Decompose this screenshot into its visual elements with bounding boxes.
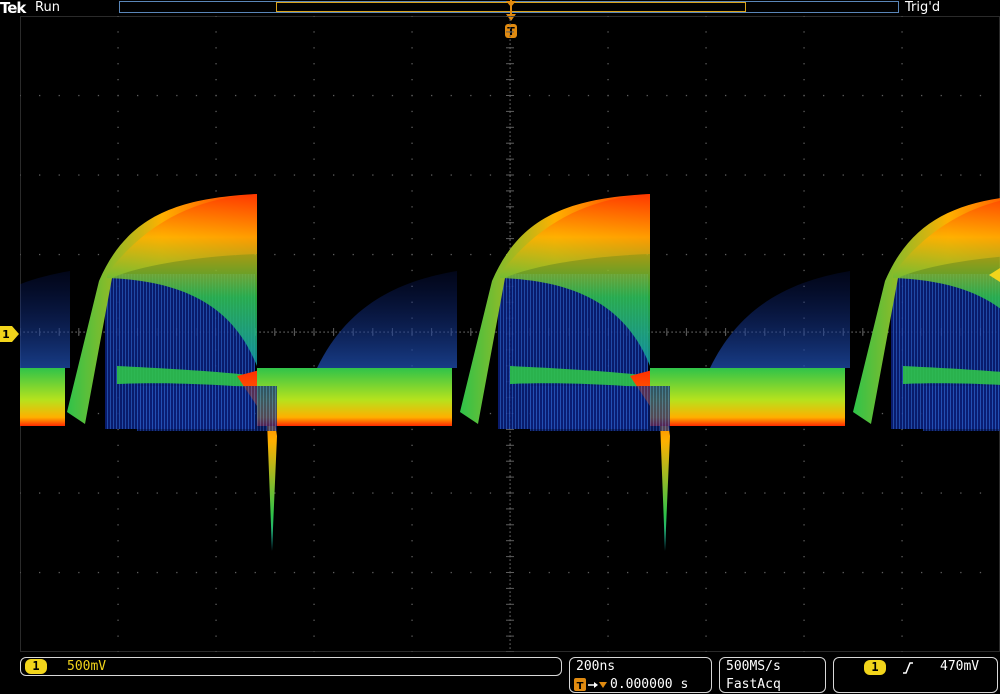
- rise-haze-0: [20, 271, 70, 368]
- low-plateau-2: [650, 368, 845, 426]
- horizontal-readout[interactable]: 200ns T 0.000000 s: [569, 657, 712, 693]
- trigger-delay-icon: T: [574, 678, 607, 692]
- rising-edge-icon: [903, 662, 913, 674]
- trigger-level: 470mV: [940, 659, 980, 674]
- rise-haze-1: [317, 271, 457, 368]
- trigger-level-icon[interactable]: [987, 268, 1000, 282]
- brand-logo: Tek: [0, 0, 26, 17]
- trigger-readout[interactable]: 1 470mV: [833, 657, 998, 693]
- low-noise-1: [137, 386, 277, 431]
- trigger-status: Trig'd: [905, 0, 941, 15]
- low-plateau-0: [20, 368, 65, 426]
- channel-badge: 1: [25, 659, 47, 674]
- svg-text:T: T: [577, 681, 584, 692]
- sample-rate: 500MS/s: [726, 659, 781, 674]
- ground-level-icon[interactable]: 1: [0, 325, 20, 343]
- readout-bar: 1 500mV 200ns T 0.000000 s 500MS/s FastA…: [0, 655, 1000, 694]
- acquisition-mode: FastAcq: [726, 677, 781, 692]
- low-noise-2: [530, 386, 670, 431]
- acquisition-readout[interactable]: 500MS/s FastAcq: [719, 657, 826, 693]
- channel-1-readout[interactable]: 1 500mV: [20, 657, 562, 676]
- horizontal-delay: 0.000000 s: [610, 677, 689, 692]
- trigger-source-badge: 1: [864, 660, 886, 675]
- waveform-display[interactable]: [20, 16, 1000, 652]
- vertical-scale: 500mV: [67, 659, 107, 674]
- status-bar: Tek Run T Trig'd: [0, 0, 1000, 38]
- low-noise-3: [923, 386, 1000, 431]
- rise-haze-2: [710, 271, 850, 368]
- time-per-division: 200ns: [576, 659, 616, 674]
- ground-level-channel: 1: [2, 328, 10, 341]
- low-plateau-1: [257, 368, 452, 426]
- run-state: Run: [35, 0, 60, 15]
